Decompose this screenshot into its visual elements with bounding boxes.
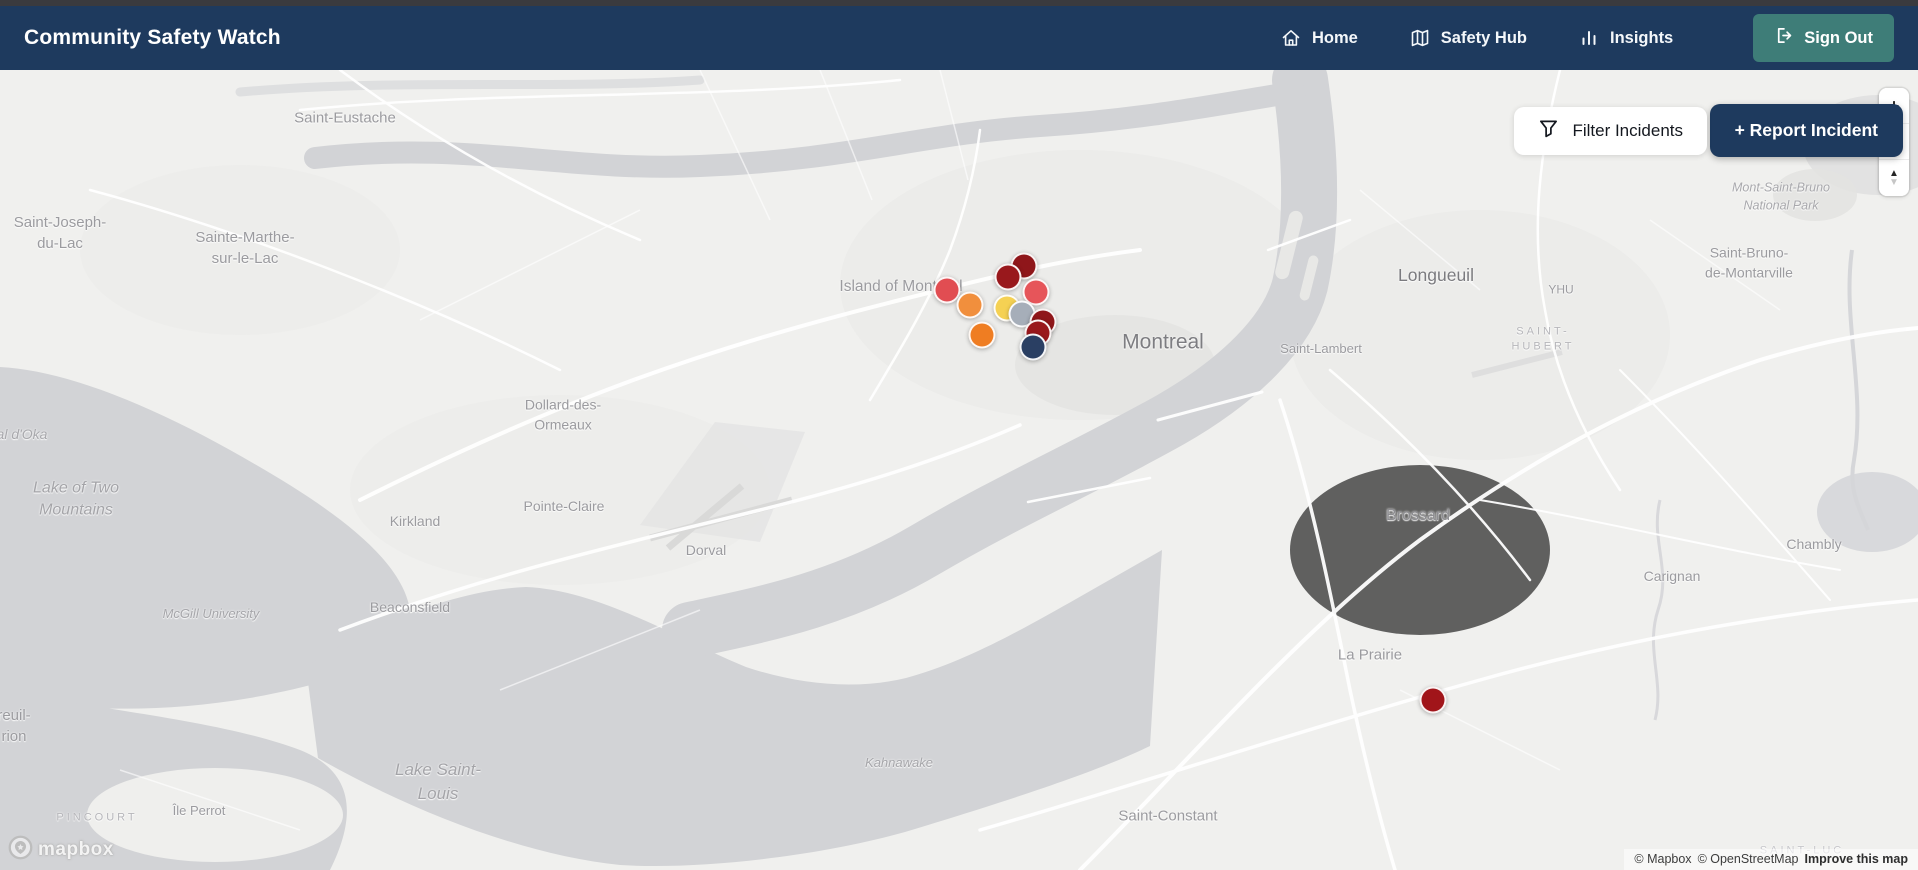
improve-map-link[interactable]: Improve this map bbox=[1805, 852, 1909, 866]
main-nav: Home Safety Hub Insights Sign Out bbox=[1281, 14, 1894, 62]
filter-incidents-button[interactable]: Filter Incidents bbox=[1514, 107, 1707, 155]
sign-out-icon bbox=[1774, 26, 1793, 50]
filter-funnel-icon bbox=[1538, 118, 1559, 144]
incident-marker[interactable] bbox=[968, 321, 996, 349]
incident-marker[interactable] bbox=[1019, 333, 1047, 361]
nav-item-insights[interactable]: Insights bbox=[1579, 28, 1673, 48]
map-attribution: © Mapbox © OpenStreetMap Improve this ma… bbox=[1624, 849, 1918, 870]
tilt-control-button[interactable]: ▲ ▼ bbox=[1879, 160, 1909, 196]
map-icon bbox=[1410, 28, 1430, 48]
sign-out-label: Sign Out bbox=[1804, 28, 1873, 47]
app-title: Community Safety Watch bbox=[24, 26, 281, 49]
home-icon bbox=[1281, 28, 1301, 48]
filter-incidents-label: Filter Incidents bbox=[1572, 121, 1683, 140]
app-header: Community Safety Watch Home Safety Hub I… bbox=[0, 6, 1918, 70]
nav-item-home[interactable]: Home bbox=[1281, 28, 1358, 48]
tilt-down-arrow: ▼ bbox=[1889, 177, 1899, 188]
nav-item-label: Safety Hub bbox=[1440, 28, 1527, 47]
incident-marker[interactable] bbox=[1419, 686, 1447, 714]
osm-attribution-link[interactable]: © OpenStreetMap bbox=[1698, 852, 1799, 866]
nav-item-safety-hub[interactable]: Safety Hub bbox=[1410, 28, 1527, 48]
mapbox-attribution-link[interactable]: © Mapbox bbox=[1634, 852, 1691, 866]
nav-item-label: Home bbox=[1311, 28, 1358, 47]
sign-out-button[interactable]: Sign Out bbox=[1753, 14, 1894, 62]
bar-chart-icon bbox=[1579, 28, 1599, 48]
report-incident-button[interactable]: + Report Incident bbox=[1709, 104, 1903, 157]
nav-item-label: Insights bbox=[1609, 28, 1674, 47]
map-canvas[interactable]: Saint-Eustache Saint-Joseph- du-Lac Sainte… bbox=[0, 70, 1918, 870]
incident-marker[interactable] bbox=[956, 291, 984, 319]
incident-marker[interactable] bbox=[994, 263, 1022, 291]
map-basemap bbox=[0, 70, 1918, 870]
